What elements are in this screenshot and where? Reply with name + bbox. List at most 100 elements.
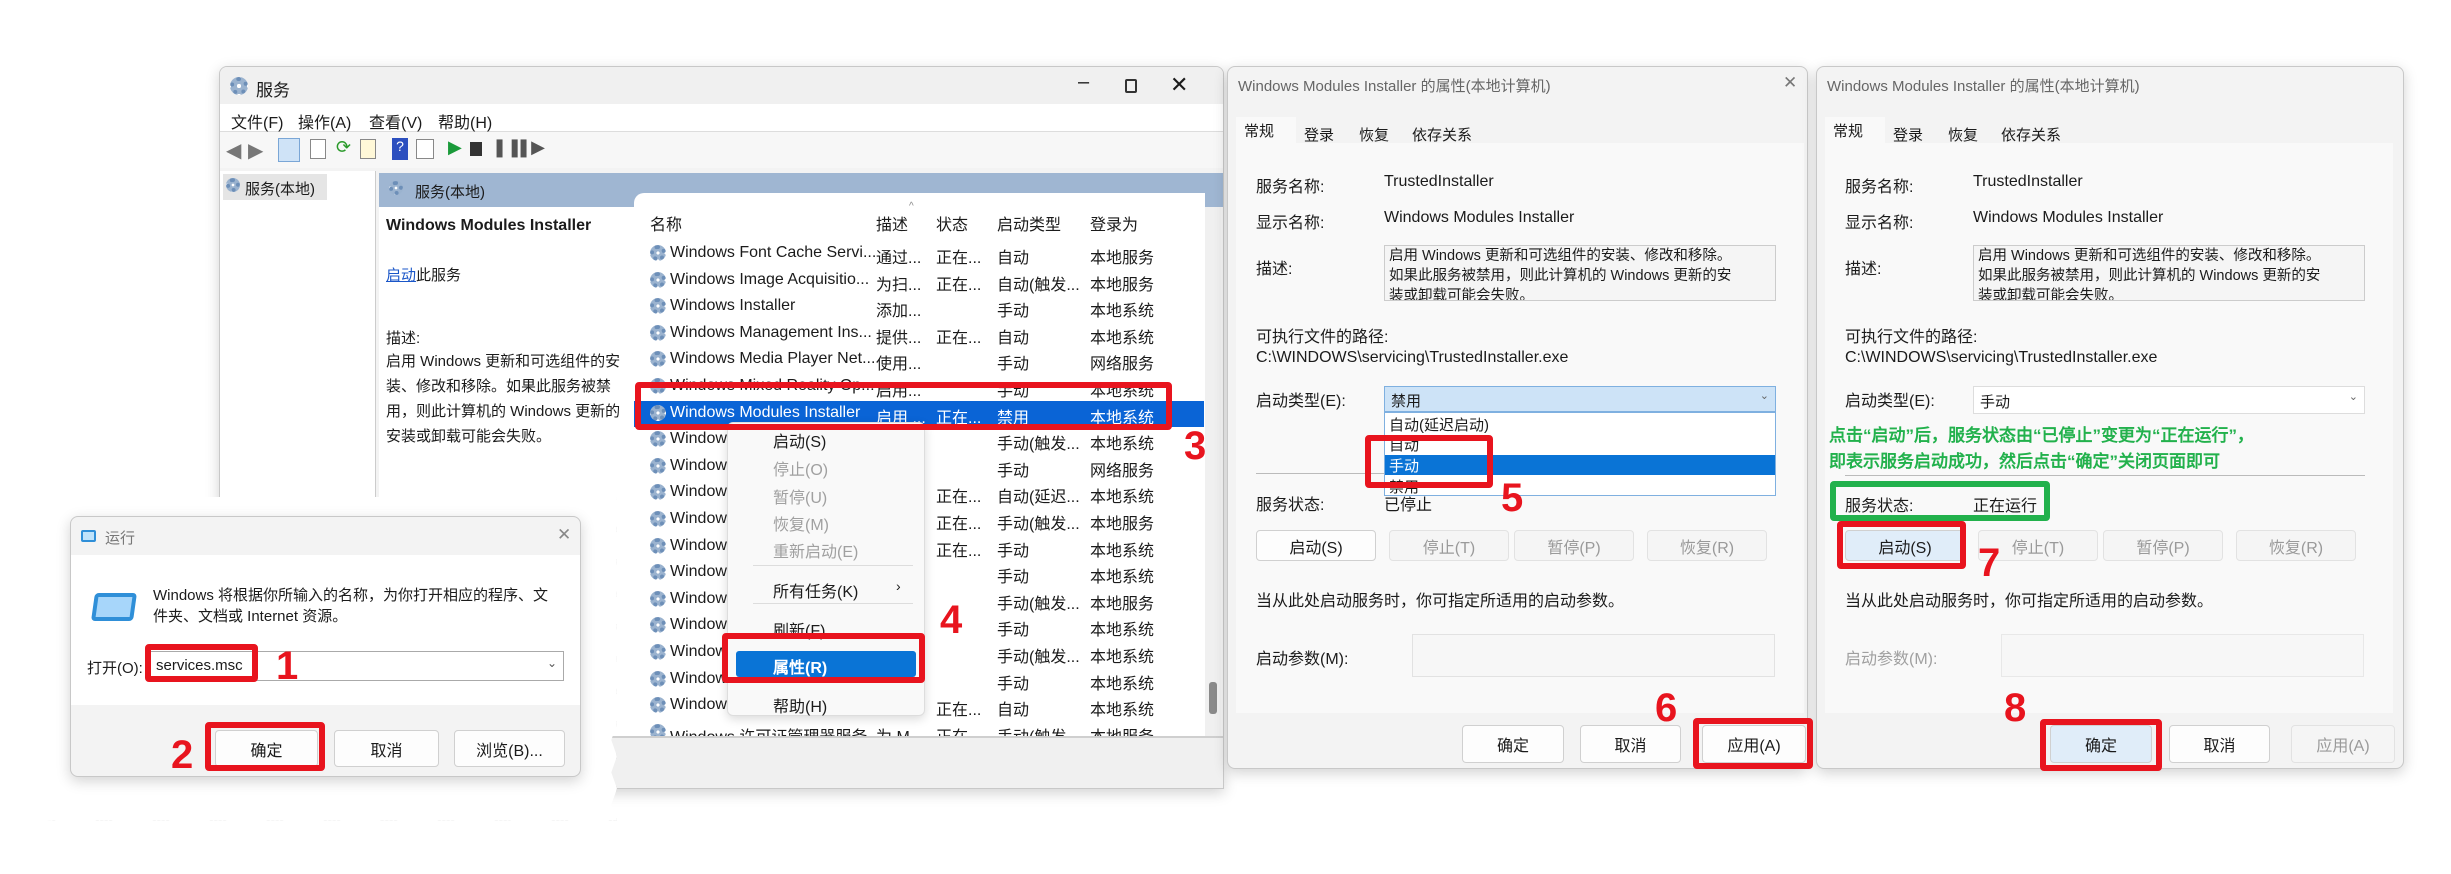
chevron-down-icon[interactable]: ⌄: [547, 656, 557, 670]
run-close-button[interactable]: ✕: [557, 525, 571, 545]
table-row[interactable]: Windows Image Acquisitio... 为扫... 正在... 自动(…: [634, 268, 1204, 294]
pause-button[interactable]: 暂停(P): [2103, 530, 2223, 561]
pause-button[interactable]: 暂停(P): [1514, 530, 1634, 561]
restart-icon[interactable]: ❚▶: [516, 137, 545, 158]
start-params-input[interactable]: [2001, 634, 2364, 677]
console-tree-icon[interactable]: [278, 138, 300, 162]
service-logon: 本地系统: [1090, 489, 1155, 507]
service-startup-type: 手动: [997, 542, 1030, 560]
message-line: 件夹、文档或 Internet 资源。: [153, 608, 348, 625]
service-name-value: TrustedInstaller: [1973, 173, 2083, 190]
startup-type-select[interactable]: 禁用 ⌄: [1384, 386, 1776, 412]
back-icon[interactable]: ◀: [226, 138, 241, 163]
highlight-box-5: [1365, 435, 1493, 488]
window-title: 服务: [256, 81, 290, 100]
minimize-button[interactable]: –: [1078, 71, 1089, 94]
service-logon: 本地系统: [1090, 675, 1155, 693]
service-status: 正在...: [936, 542, 982, 560]
ok-button[interactable]: 确定: [1462, 725, 1564, 763]
note-line: 即表示服务启动成功，然后点击“确定”关闭页面即可: [1829, 452, 2220, 471]
properties-icon[interactable]: [310, 139, 326, 159]
toolbar: ◀ ▶ ⟳ ? ▶ ❚❚ ❚▶: [220, 132, 1223, 168]
start-service-link[interactable]: 启动: [386, 267, 416, 284]
table-row[interactable]: Windows 许可证管理器服务为 M... 正在... 手动(触发... 本地服务: [634, 720, 1204, 736]
forward-icon[interactable]: ▶: [248, 138, 263, 163]
run-cancel-button[interactable]: 取消: [334, 730, 439, 767]
help-icon[interactable]: ?: [392, 138, 408, 160]
startup-type-label: 启动类型(E):: [1845, 393, 1935, 410]
service-gear-icon: [650, 723, 666, 736]
highlight-box-7: [1837, 521, 1966, 569]
col-status[interactable]: 状态: [936, 211, 968, 235]
context-menu-item[interactable]: 恢复(M): [773, 511, 829, 535]
view-icon[interactable]: [416, 139, 434, 159]
startup-type-value: 手动: [1980, 394, 2011, 411]
list-header: 名称 ^ 描述 状态 启动类型 登录为: [634, 201, 1205, 237]
vertical-scrollbar[interactable]: [1205, 207, 1221, 736]
tab-general[interactable]: 常规: [1825, 117, 1885, 143]
start-params-hint: 当从此处启动服务时，你可指定所适用的启动参数。: [1256, 593, 1625, 610]
highlight-box-3: [635, 382, 1172, 430]
service-logon: 本地系统: [1090, 436, 1155, 454]
col-startup-type[interactable]: 启动类型: [997, 211, 1061, 235]
start-params-input[interactable]: [1412, 634, 1775, 677]
play-icon[interactable]: ▶: [448, 137, 462, 158]
desc-line: 如果此服务被禁用，则此计算机的 Windows 更新的安: [1389, 268, 1732, 284]
service-gear-icon: [650, 590, 666, 607]
submenu-arrow-icon: ›: [896, 578, 901, 594]
context-menu-item[interactable]: 停止(O): [773, 456, 828, 480]
col-desc[interactable]: 描述: [876, 211, 908, 235]
table-row[interactable]: Windows Media Player Net... 使用... 手动 网络服务: [634, 347, 1204, 373]
service-status: 正在...: [936, 723, 981, 736]
option-auto-delayed[interactable]: 自动(延迟启动): [1385, 414, 1775, 434]
context-menu-item[interactable]: 启动(S): [773, 428, 826, 452]
menu-action[interactable]: 操作(A): [298, 109, 351, 133]
service-status-label: 服务状态:: [1256, 497, 1325, 514]
service-name: Window: [670, 483, 727, 501]
resume-button[interactable]: 恢复(R): [2236, 530, 2356, 561]
start-button[interactable]: 启动(S): [1256, 530, 1376, 561]
tab-general[interactable]: 常规: [1236, 117, 1296, 143]
col-logon[interactable]: 登录为: [1090, 211, 1138, 235]
stop-button[interactable]: 停止(T): [1389, 530, 1509, 561]
refresh-icon[interactable]: ⟳: [336, 137, 351, 158]
maximize-button[interactable]: [1125, 79, 1137, 93]
run-browse-button[interactable]: 浏览(B)...: [454, 730, 565, 767]
menu-help[interactable]: 帮助(H): [438, 109, 492, 133]
tree-item-services-local[interactable]: 服务(本地): [223, 174, 327, 200]
step-number-4: 4: [940, 598, 963, 642]
service-startup-type: 手动(触发...: [997, 516, 1080, 533]
col-name[interactable]: 名称: [650, 211, 682, 235]
cancel-button[interactable]: 取消: [2169, 725, 2270, 763]
menu-view[interactable]: 查看(V): [369, 109, 422, 133]
resume-button[interactable]: 恢复(R): [1647, 530, 1767, 561]
export-icon[interactable]: [360, 139, 376, 159]
table-row[interactable]: Windows Installer 添加... 手动 本地系统: [634, 294, 1204, 320]
service-status: 正在...: [936, 250, 982, 267]
description-label: 描述:: [1845, 261, 1882, 278]
context-menu-item[interactable]: 暂停(U): [773, 484, 827, 508]
apply-button[interactable]: 应用(A): [2291, 725, 2395, 763]
display-name-label: 显示名称:: [1256, 215, 1325, 232]
context-menu-item[interactable]: 所有任务(K): [773, 578, 858, 602]
service-startup-type: 自动(触发...: [997, 276, 1080, 294]
dialog-close-button[interactable]: ✕: [1783, 73, 1797, 93]
table-row[interactable]: Windows Management Ins... 提供... 正在... 自动 本地系…: [634, 321, 1204, 347]
service-desc: 提供...: [876, 329, 922, 347]
step-number-3: 3: [1184, 424, 1207, 468]
service-gear-icon: [650, 271, 666, 288]
cancel-button[interactable]: 取消: [1580, 725, 1681, 763]
close-button[interactable]: ✕: [1170, 72, 1188, 98]
general-panel: 服务名称: TrustedInstaller 显示名称: Windows Mod…: [1236, 143, 1804, 713]
context-menu-item[interactable]: 帮助(H): [773, 693, 827, 717]
scrollbar-thumb[interactable]: [1209, 682, 1217, 714]
service-startup-type: 手动: [997, 675, 1030, 693]
context-menu-item[interactable]: 重新启动(E): [773, 538, 858, 562]
sort-arrow-icon: ^: [909, 201, 914, 212]
startup-type-select[interactable]: 手动 ⌄: [1973, 386, 2365, 414]
stop-icon[interactable]: [470, 142, 482, 156]
highlight-box-4: [722, 633, 925, 683]
start-params-label: 启动参数(M):: [1256, 651, 1349, 668]
menu-file[interactable]: 文件(F): [231, 109, 283, 133]
table-row[interactable]: Windows Font Cache Servi... 通过... 正在... 自动 本…: [634, 241, 1204, 267]
